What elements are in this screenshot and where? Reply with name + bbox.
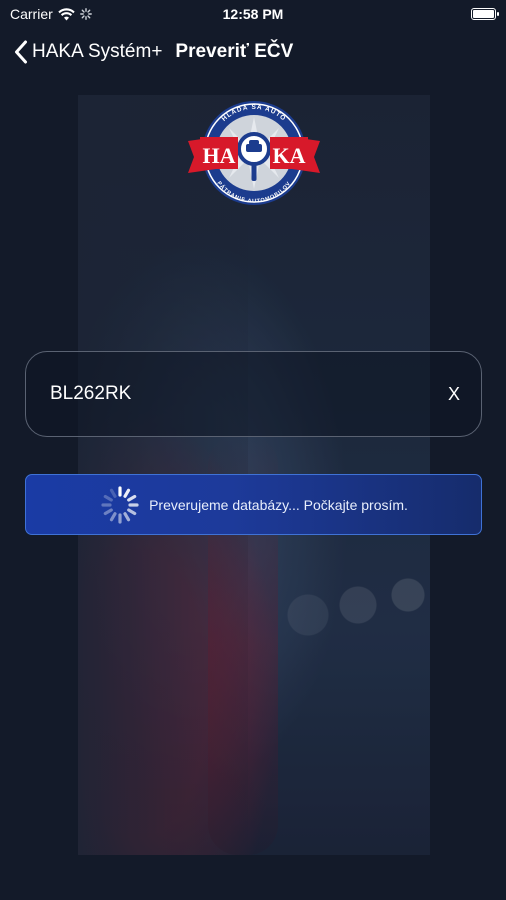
clear-input-button[interactable]: X: [443, 382, 465, 406]
back-button[interactable]: HAKA Systém+: [14, 40, 162, 64]
loading-spinner-icon: [101, 485, 139, 524]
navigation-bar: HAKA Systém+ Preveriť EČV: [0, 32, 506, 72]
back-button-label: HAKA Systém+: [32, 41, 163, 62]
status-bar: Carrier 12:58 PM: [0, 0, 506, 28]
status-time: 12:58 PM: [222, 6, 284, 22]
plate-number-field[interactable]: X: [25, 351, 482, 437]
chevron-left-icon: [15, 40, 27, 64]
haka-logo: HA KA HLADÁ SA AUTO PÁTRANIE AUTOMOBILOV: [188, 101, 320, 205]
loading-message: Preverujeme databázy... Počkajte prosím.: [149, 496, 408, 513]
logo-left-text: HA: [203, 143, 236, 168]
plate-number-input[interactable]: [50, 352, 430, 436]
logo-right-text: KA: [273, 143, 306, 168]
battery-icon: [471, 8, 499, 20]
battery-fill: [473, 10, 494, 18]
loading-banner: Preverujeme databázy... Počkajte prosím.: [25, 474, 482, 535]
page-title: Preveriť EČV: [175, 41, 294, 62]
